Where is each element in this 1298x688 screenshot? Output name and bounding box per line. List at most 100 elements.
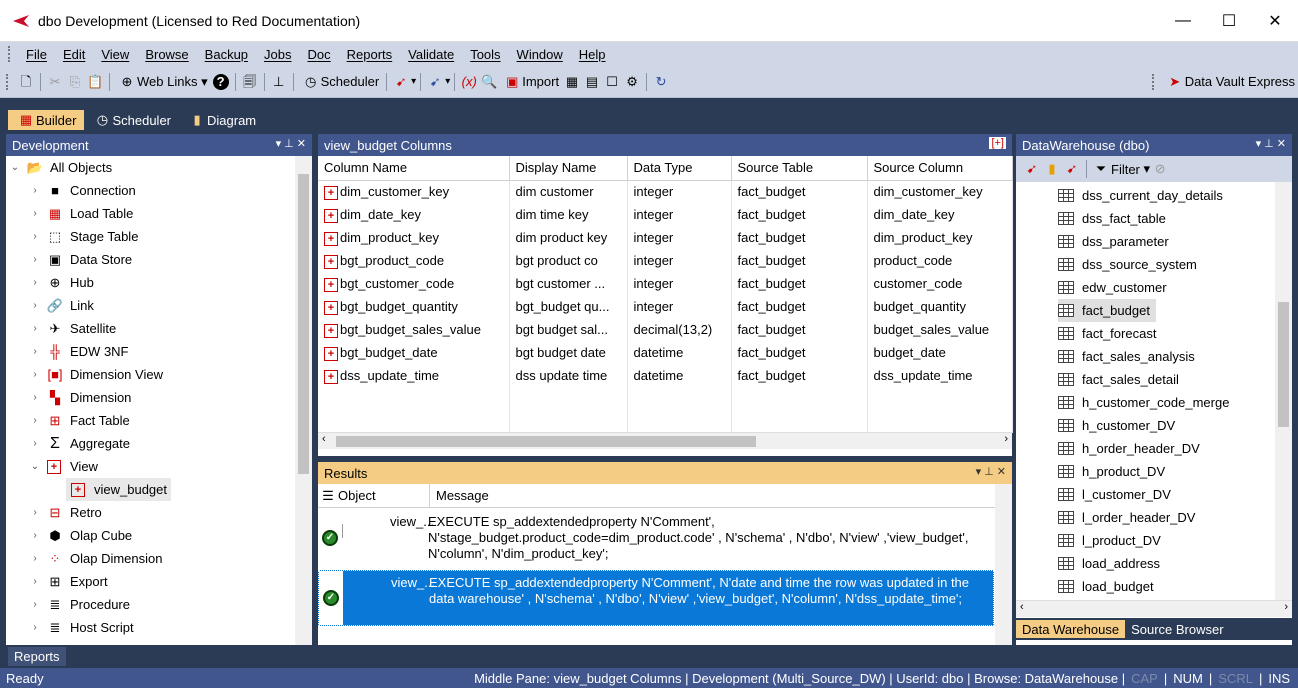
results-row[interactable]: ✓ view_... EXECUTE sp_addextendedpropert…: [318, 510, 994, 566]
dw-table-item[interactable]: h_customer_DV: [1058, 414, 1175, 437]
cut-icon[interactable]: ✂: [47, 74, 63, 90]
col-object[interactable]: Object: [338, 488, 376, 503]
filter-icon[interactable]: ⏷: [1093, 161, 1109, 177]
tree-node-olap-dimension[interactable]: › ⁘ Olap Dimension: [28, 547, 162, 570]
tree-node-export[interactable]: › ⊞ Export: [28, 570, 107, 593]
menu-file[interactable]: File: [26, 47, 47, 62]
pane-controls[interactable]: ▾ ⊥ ✕: [1256, 137, 1286, 150]
menu-window[interactable]: Window: [517, 47, 563, 62]
tab-data-warehouse[interactable]: Data Warehouse: [1016, 620, 1126, 638]
dw-table-item[interactable]: dss_current_day_details: [1058, 184, 1223, 207]
table-row[interactable]: + dim_customer_key dim customer integer fact…: [318, 180, 1013, 203]
scheduler-button[interactable]: ◷ Scheduler: [301, 74, 379, 90]
weblinks-button[interactable]: ⊕ Web Links ▾: [117, 74, 208, 90]
tree-node-stage-table[interactable]: › ⬚ Stage Table: [28, 225, 138, 248]
tab-builder[interactable]: ▦ Builder: [8, 110, 85, 130]
menu-backup[interactable]: Backup: [205, 47, 248, 62]
dw-table-item[interactable]: fact_sales_detail: [1058, 368, 1179, 391]
pane-controls[interactable]: ▾ ⊥ ✕: [976, 465, 1006, 478]
close-button[interactable]: ✕: [1252, 0, 1298, 42]
tree-node-all-objects[interactable]: ⌄ 📂 All Objects: [8, 156, 112, 179]
folder-icon[interactable]: ▮: [1044, 161, 1060, 177]
clear-filter-icon[interactable]: ⊘: [1152, 161, 1168, 177]
help-icon[interactable]: ?: [212, 73, 229, 90]
tree-node-satellite[interactable]: › ✈ Satellite: [28, 317, 116, 340]
dw-table-item[interactable]: l_customer_DV: [1058, 483, 1171, 506]
tree-node-edw-3nf[interactable]: › ╬ EDW 3NF: [28, 340, 128, 363]
tree-node-olap-cube[interactable]: › ⬢ Olap Cube: [28, 524, 132, 547]
dw-table-item[interactable]: l_order_header_DV: [1058, 506, 1195, 529]
col-header[interactable]: Data Type: [627, 156, 732, 181]
grid-icon[interactable]: ▦: [564, 74, 580, 90]
tab-diagram[interactable]: ▮ Diagram: [179, 110, 264, 130]
reports-tab[interactable]: Reports: [8, 647, 66, 666]
tree-node-load-table[interactable]: › ▦ Load Table: [28, 202, 133, 225]
menu-validate[interactable]: Validate: [408, 47, 454, 62]
results-vscrollbar[interactable]: [995, 484, 1012, 645]
dw-table-item[interactable]: fact_budget: [1058, 299, 1156, 322]
table-row[interactable]: + bgt_budget_sales_value bgt budget sal...…: [318, 318, 1013, 341]
table-row[interactable]: + bgt_budget_date bgt budget date datetime f…: [318, 341, 1013, 364]
refresh-icon[interactable]: ↻: [653, 74, 669, 90]
minimize-button[interactable]: —: [1160, 0, 1206, 42]
dw-hscrollbar[interactable]: ‹ ›: [1016, 600, 1292, 617]
dv-blue-icon[interactable]: ➹: [427, 74, 443, 90]
tree-node-view-budget[interactable]: + view_budget: [66, 478, 171, 501]
dw-table-item[interactable]: l_product_DV: [1058, 529, 1161, 552]
dw-table-item[interactable]: h_customer_code_merge: [1058, 391, 1229, 414]
table-row[interactable]: + dim_date_key dim time key integer fact_bud…: [318, 203, 1013, 226]
col-message[interactable]: Message: [430, 488, 489, 503]
dw-table-item[interactable]: h_product_DV: [1058, 460, 1165, 483]
tree-node-data-store[interactable]: › ▣ Data Store: [28, 248, 132, 271]
dw-table-item[interactable]: load_budget: [1058, 575, 1154, 598]
new-icon[interactable]: 🗋: [18, 74, 34, 90]
window-icon[interactable]: ☐: [604, 74, 620, 90]
results-row-selected[interactable]: ✓ view_... EXECUTE sp_addextendedpropert…: [318, 570, 994, 626]
menu-view[interactable]: View: [101, 47, 129, 62]
pane-controls[interactable]: ▾ ⊥ ✕: [276, 137, 306, 150]
import-button[interactable]: ▣ Import: [502, 74, 559, 90]
dw-table-item[interactable]: dss_fact_table: [1058, 207, 1166, 230]
table-row[interactable]: + dim_product_key dim product key integer fa…: [318, 226, 1013, 249]
dw-table-item[interactable]: h_order_header_DV: [1058, 437, 1200, 460]
search-icon[interactable]: 🔍: [481, 74, 497, 90]
tree-scrollbar[interactable]: [295, 156, 312, 645]
dw-table-item[interactable]: edw_customer: [1058, 276, 1167, 299]
menu-jobs[interactable]: Jobs: [264, 47, 291, 62]
tree-node-procedure[interactable]: › ≣ Procedure: [28, 593, 130, 616]
dw-table-item[interactable]: load_address: [1058, 552, 1160, 575]
table-row[interactable]: + bgt_customer_code bgt customer ... intege…: [318, 272, 1013, 295]
tree-node-link[interactable]: › 🔗 Link: [28, 294, 94, 317]
col-header[interactable]: Source Column: [867, 156, 1013, 181]
tab-source-browser[interactable]: Source Browser: [1125, 622, 1229, 637]
tab-scheduler[interactable]: ◷ Scheduler: [84, 110, 179, 130]
copy-icon[interactable]: ⎘: [67, 74, 83, 90]
gear-icon[interactable]: ⚙: [624, 74, 640, 90]
tree-node-aggregate[interactable]: › Σ Aggregate: [28, 432, 130, 455]
formula-icon[interactable]: (x): [461, 74, 477, 90]
menu-tools[interactable]: Tools: [470, 47, 500, 62]
dw-vscrollbar[interactable]: [1275, 182, 1292, 600]
tree-node-view[interactable]: ⌄ + View: [28, 455, 98, 478]
tree-node-dimension-view[interactable]: › [■] Dimension View: [28, 363, 163, 386]
dw-table-item[interactable]: fact_forecast: [1058, 322, 1156, 345]
menu-browse[interactable]: Browse: [145, 47, 188, 62]
menu-reports[interactable]: Reports: [347, 47, 393, 62]
document-icon[interactable]: 🗐: [242, 74, 258, 90]
filter-button[interactable]: Filter: [1111, 162, 1140, 177]
dw-table-item[interactable]: fact_sales_analysis: [1058, 345, 1195, 368]
table-row[interactable]: + bgt_budget_quantity bgt_budget qu... inte…: [318, 295, 1013, 318]
dv-red-icon[interactable]: ➹: [393, 74, 409, 90]
data-vault-express-button[interactable]: ➤ Data Vault Express: [1165, 74, 1295, 90]
dw-table-item[interactable]: dss_parameter: [1058, 230, 1169, 253]
dv-icon[interactable]: ➹: [1064, 161, 1080, 177]
pane-icon[interactable]: [+]: [989, 137, 1006, 149]
col-header[interactable]: Display Name: [509, 156, 628, 181]
tree-node-retro[interactable]: › ⊟ Retro: [28, 501, 101, 524]
table-row[interactable]: + bgt_product_code bgt product co integer fa…: [318, 249, 1013, 272]
menu-help[interactable]: Help: [579, 47, 606, 62]
menu-doc[interactable]: Doc: [308, 47, 331, 62]
col-header[interactable]: Column Name: [318, 156, 510, 181]
dv-icon[interactable]: ➹: [1024, 161, 1040, 177]
table-icon[interactable]: ▤: [584, 74, 600, 90]
